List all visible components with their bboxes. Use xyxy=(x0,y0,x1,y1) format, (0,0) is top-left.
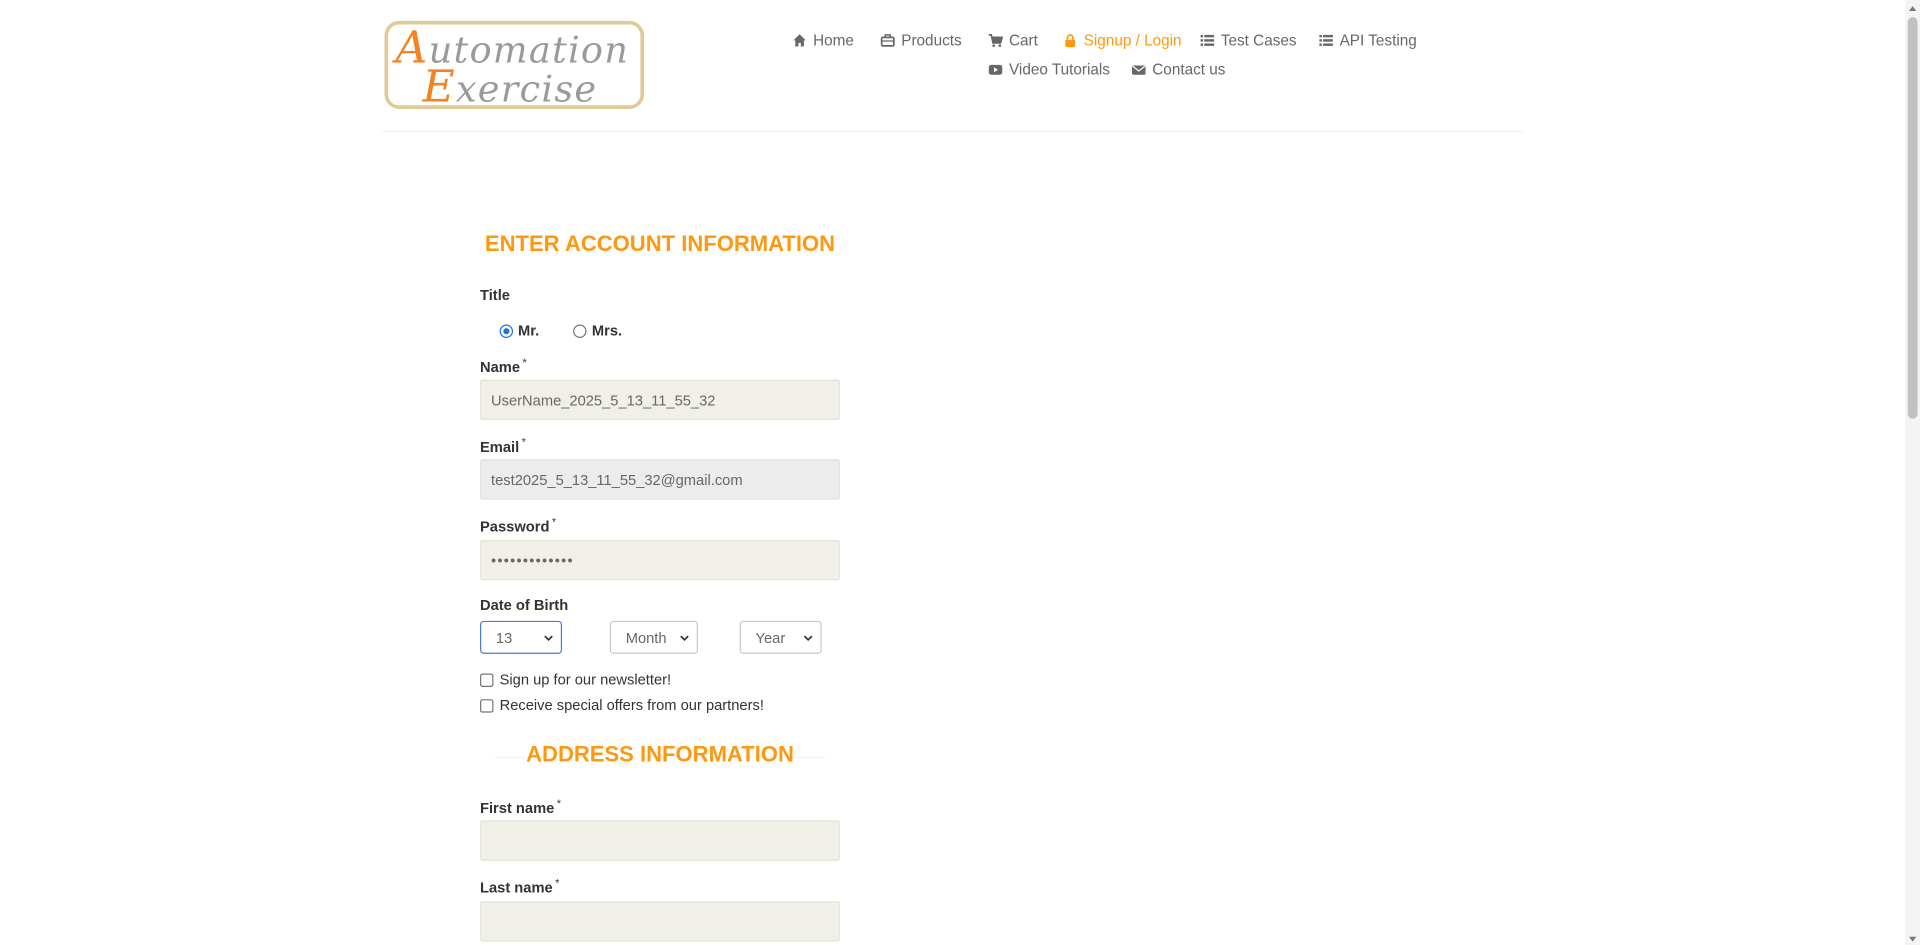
account-info-heading: ENTER ACCOUNT INFORMATION xyxy=(484,231,836,256)
dob-month-value: Month xyxy=(625,628,667,646)
address-info-heading: ADDRESS INFORMATION xyxy=(526,742,794,767)
title-radio-group: Mr. Mrs. xyxy=(499,322,657,340)
nav-cart[interactable]: Cart xyxy=(988,32,1038,49)
scroll-down-arrow-icon[interactable] xyxy=(1908,934,1918,944)
logo-line-2: Exercise xyxy=(422,62,598,109)
nav-test-cases[interactable]: Test Cases xyxy=(1200,32,1297,49)
required-mark: * xyxy=(551,515,557,528)
chevron-down-icon xyxy=(544,634,553,641)
name-input[interactable] xyxy=(480,379,841,421)
list-icon xyxy=(1200,34,1215,46)
logo-text-2: xercise xyxy=(455,68,598,109)
scroll-up-arrow-icon[interactable] xyxy=(1908,4,1918,14)
first-name-label: First name * xyxy=(480,797,561,817)
dob-year-select[interactable]: Year xyxy=(739,620,822,654)
scrollbar-thumb[interactable] xyxy=(1907,17,1918,419)
radio-checked-icon xyxy=(499,323,514,338)
required-mark: * xyxy=(556,797,562,810)
nav-signup-login[interactable]: Signup / Login xyxy=(1063,32,1182,49)
main-nav: Home Products Cart Signup / Login Test C… xyxy=(784,27,1433,100)
home-icon xyxy=(793,34,806,47)
required-mark: * xyxy=(521,435,526,449)
list-icon xyxy=(1319,34,1333,46)
nav-video-tutorials-label: Video Tutorials xyxy=(1008,61,1110,79)
youtube-play-icon xyxy=(988,64,1003,75)
nav-home[interactable]: Home xyxy=(792,32,854,49)
dob-day-value: 13 xyxy=(495,628,513,646)
header-divider xyxy=(382,131,1524,133)
last-name-input[interactable] xyxy=(480,901,841,942)
email-label: Email * xyxy=(480,436,526,456)
nav-video-tutorials[interactable]: Video Tutorials xyxy=(988,61,1110,78)
nav-products[interactable]: Products xyxy=(880,31,962,49)
checkbox-unchecked-icon xyxy=(480,698,494,713)
nav-home-label: Home xyxy=(813,31,854,49)
dob-day-select[interactable]: 13 xyxy=(480,620,563,654)
required-mark: * xyxy=(522,356,527,369)
title-mrs-radio[interactable]: Mrs. xyxy=(573,322,622,339)
nav-test-cases-label: Test Cases xyxy=(1220,31,1297,49)
title-mr-radio[interactable]: Mr. xyxy=(499,322,540,340)
newsletter-label: Sign up for our newsletter! xyxy=(499,671,672,689)
title-mr-label: Mr. xyxy=(517,322,540,340)
nav-signup-login-label: Signup / Login xyxy=(1083,31,1182,49)
email-label-text: Email xyxy=(480,438,520,456)
password-input[interactable] xyxy=(480,540,841,581)
logo-cap-e: E xyxy=(422,62,456,109)
dob-label: Date of Birth xyxy=(480,596,569,614)
password-label-text: Password xyxy=(480,517,550,536)
nav-api-testing[interactable]: API Testing xyxy=(1319,32,1417,49)
nav-contact-us[interactable]: Contact us xyxy=(1131,61,1225,78)
dob-year-value: Year xyxy=(755,628,786,646)
page-scrollbar[interactable] xyxy=(1905,0,1920,945)
title-label: Title xyxy=(480,286,510,304)
chevron-down-icon xyxy=(680,634,689,641)
special-offers-label: Receive special offers from our partners… xyxy=(499,696,764,714)
nav-contact-us-label: Contact us xyxy=(1152,61,1226,79)
nav-products-label: Products xyxy=(901,31,962,49)
email-input[interactable] xyxy=(480,459,841,500)
site-logo[interactable]: Automation Exercise xyxy=(384,20,645,109)
first-name-input[interactable] xyxy=(480,820,841,861)
dob-month-select[interactable]: Month xyxy=(609,620,698,654)
password-label: Password * xyxy=(480,516,556,536)
briefcase-icon xyxy=(880,34,895,47)
radio-unchecked-icon xyxy=(573,323,587,338)
name-label: Name * xyxy=(480,356,527,376)
special-offers-checkbox[interactable]: Receive special offers from our partners… xyxy=(480,697,764,714)
checkbox-unchecked-icon xyxy=(480,672,494,687)
first-name-label-text: First name xyxy=(480,799,555,817)
name-label-text: Name xyxy=(480,358,521,376)
last-name-label: Last name * xyxy=(480,877,559,897)
newsletter-checkbox[interactable]: Sign up for our newsletter! xyxy=(480,671,671,688)
nav-api-testing-label: API Testing xyxy=(1339,31,1417,49)
chevron-down-icon xyxy=(803,634,813,641)
lock-icon xyxy=(1065,34,1076,48)
last-name-label-text: Last name xyxy=(480,879,553,897)
page: Automation Exercise Home Products Cart S… xyxy=(0,0,1920,945)
title-mrs-label: Mrs. xyxy=(591,322,623,340)
required-mark: * xyxy=(555,876,560,889)
nav-cart-label: Cart xyxy=(1008,31,1038,49)
envelope-icon xyxy=(1132,65,1146,75)
cart-icon xyxy=(988,34,1003,48)
